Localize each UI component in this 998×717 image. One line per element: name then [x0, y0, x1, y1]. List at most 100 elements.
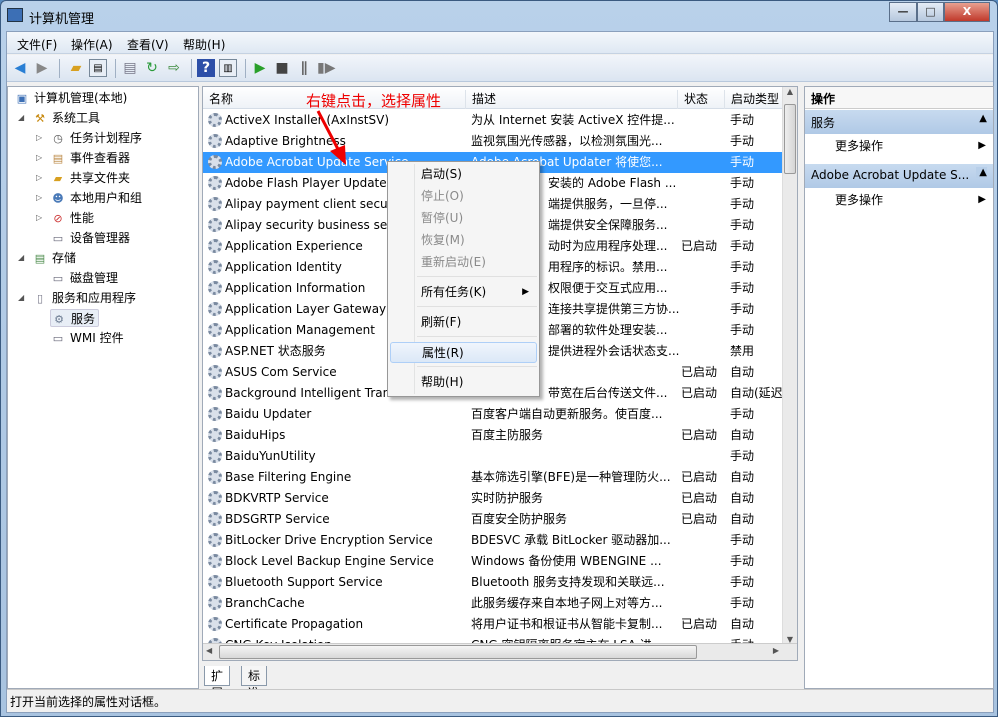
expanded-arrow-icon[interactable]: ◢	[18, 293, 24, 302]
gear-icon	[208, 407, 222, 421]
menu-separator	[417, 306, 537, 307]
disk-icon: ▭	[52, 271, 64, 285]
gear-icon	[208, 554, 222, 568]
help-icon[interactable]: ?	[197, 59, 215, 77]
gear-icon	[208, 617, 222, 631]
table-row[interactable]: Bluetooth Support Service Bluetooth 服务支持发…	[203, 572, 783, 593]
actions-section-services[interactable]: 服务 ▲	[805, 110, 993, 134]
refresh-icon[interactable]: ↻	[143, 59, 161, 77]
service-description: 百度客户端自动更新服务。使百度...	[471, 407, 663, 421]
service-startup-type: 自动(延迟	[730, 386, 783, 400]
gear-icon	[208, 176, 222, 190]
context-menu-item[interactable]: 帮助(H)	[390, 372, 537, 393]
tree-item[interactable]: ▤ 事件查看器	[50, 149, 130, 167]
tree-item[interactable]: ⊘ 性能	[50, 209, 94, 227]
scroll-right-icon[interactable]: ▶	[773, 646, 779, 655]
tree-item[interactable]: ▤ 存储	[32, 249, 76, 267]
menu-file[interactable]: 文件(F)	[17, 36, 57, 53]
tree-item[interactable]: ☻ 本地用户和组	[50, 189, 142, 207]
table-row[interactable]: Adaptive Brightness 监视氛围光传感器，以检测氛围光... 手动	[203, 131, 783, 152]
collapsed-arrow-icon[interactable]: ▷	[36, 213, 42, 222]
tree-item[interactable]: ▭ 磁盘管理	[50, 269, 118, 287]
service-name: BaiduYunUtility	[225, 449, 316, 463]
service-description: 端提供安全保障服务...	[548, 218, 668, 232]
close-button[interactable]: X	[944, 2, 990, 22]
table-row[interactable]: BaiduHips 百度主防服务 已启动 自动	[203, 425, 783, 446]
context-menu-item[interactable]: 刷新(F)	[390, 312, 537, 333]
table-row[interactable]: BitLocker Drive Encryption Service BDESVC…	[203, 530, 783, 551]
maximize-button[interactable]: □	[917, 2, 944, 22]
tree-item[interactable]: ▭ 设备管理器	[50, 229, 130, 247]
tab-standard[interactable]: 标准	[241, 666, 268, 700]
more-actions-selected-service[interactable]: 更多操作 ▶	[835, 190, 990, 210]
toolbar: ◀ ▶ ▰ ▤ ▤ ↻ ⇨ ? ▥ ▶ ■ ∥ ▮▶	[7, 55, 993, 82]
tree-item[interactable]: ⚙ 服务	[50, 309, 100, 327]
table-row[interactable]: ActiveX Installer (AxInstSV) 为从 Internet …	[203, 110, 783, 131]
table-row[interactable]: Certificate Propagation 将用户证书和根证书从智能卡复制..…	[203, 614, 783, 635]
collapsed-arrow-icon[interactable]: ▷	[36, 173, 42, 182]
tab-extended[interactable]: 扩展	[204, 666, 231, 700]
menu-action[interactable]: 操作(A)	[71, 36, 113, 53]
horizontal-scrollbar[interactable]: ◀ ▶	[203, 643, 797, 660]
tree-item[interactable]: ◷ 任务计划程序	[50, 129, 142, 147]
start-service-icon[interactable]: ▶	[251, 59, 269, 77]
expanded-arrow-icon[interactable]: ◢	[18, 253, 24, 262]
gear-icon	[208, 386, 222, 400]
tree-item[interactable]: ▯ 服务和应用程序	[32, 289, 136, 307]
show-action-pane-icon[interactable]: ▥	[219, 59, 237, 77]
collapse-icon[interactable]: ▲	[976, 167, 987, 178]
export-list-icon[interactable]: ⇨	[165, 59, 183, 77]
forward-icon[interactable]: ▶	[33, 59, 51, 77]
menu-separator	[417, 366, 537, 367]
actions-section-selected-service[interactable]: Adobe Acrobat Update S... ▲	[805, 164, 993, 188]
menu-help[interactable]: 帮助(H)	[183, 36, 225, 53]
minimize-button[interactable]: —	[889, 2, 917, 22]
scroll-up-icon[interactable]: ▲	[783, 87, 797, 96]
column-status[interactable]: 状态	[678, 90, 725, 109]
more-actions-services[interactable]: 更多操作 ▶	[835, 136, 990, 156]
list-header: 名称 描述 状态 启动类型	[203, 87, 785, 109]
collapsed-arrow-icon[interactable]: ▷	[36, 153, 42, 162]
title-bar[interactable]: 计算机管理 — □ X	[1, 1, 997, 31]
horizontal-scroll-thumb[interactable]	[219, 645, 697, 659]
collapsed-arrow-icon[interactable]: ▷	[36, 193, 42, 202]
restart-service-icon[interactable]: ▮▶	[317, 59, 335, 77]
computer-management-icon	[7, 8, 23, 22]
tools-icon: ⚒	[35, 111, 45, 125]
vertical-scrollbar[interactable]: ▲ ▼	[782, 87, 797, 645]
context-menu-item[interactable]: 所有任务(K) ▶	[390, 282, 537, 303]
collapsed-arrow-icon[interactable]: ▷	[36, 133, 42, 142]
wmi-icon: ▭	[52, 331, 64, 345]
service-name: BaiduHips	[225, 428, 286, 442]
table-row[interactable]: Block Level Backup Engine Service Windows…	[203, 551, 783, 572]
expanded-arrow-icon[interactable]: ◢	[18, 113, 24, 122]
table-row[interactable]: BDKVRTP Service 实时防护服务 已启动 自动	[203, 488, 783, 509]
tree-item-label: 服务	[71, 312, 96, 326]
table-row[interactable]: BranchCache 此服务缓存来自本地子网上对等方... 手动	[203, 593, 783, 614]
stop-service-icon[interactable]: ■	[273, 59, 291, 77]
properties-icon[interactable]: ▤	[121, 59, 139, 77]
service-description: Bluetooth 服务支持发现和关联远...	[471, 575, 665, 589]
collapse-icon[interactable]: ▲	[979, 113, 987, 124]
up-folder-icon[interactable]: ▰	[67, 59, 85, 77]
table-row[interactable]: Baidu Updater 百度客户端自动更新服务。使百度... 手动	[203, 404, 783, 425]
pause-service-icon[interactable]: ∥	[295, 59, 313, 77]
column-description[interactable]: 描述	[466, 90, 678, 109]
table-row[interactable]: Base Filtering Engine 基本筛选引擎(BFE)是一种管理防火.…	[203, 467, 783, 488]
table-row[interactable]: BDSGRTP Service 百度安全防护服务 已启动 自动	[203, 509, 783, 530]
tree-item[interactable]: ⚒ 系统工具	[32, 109, 100, 127]
menu-view[interactable]: 查看(V)	[127, 36, 169, 53]
context-menu-item[interactable]: 启动(S)	[390, 164, 537, 185]
tree-item[interactable]: ▰ 共享文件夹	[50, 169, 130, 187]
scroll-left-icon[interactable]: ◀	[206, 646, 212, 655]
show-hide-tree-icon[interactable]: ▤	[89, 59, 107, 77]
back-icon[interactable]: ◀	[11, 59, 29, 77]
tree-item[interactable]: ▭ WMI 控件	[50, 329, 124, 347]
context-menu-item[interactable]: 属性(R)	[390, 342, 537, 363]
column-startup-type[interactable]: 启动类型	[725, 90, 785, 109]
table-row[interactable]: BaiduYunUtility 手动	[203, 446, 783, 467]
menu-item-label: 恢复(M)	[421, 233, 465, 247]
tree-item[interactable]: ▣ 计算机管理(本地)	[14, 89, 128, 107]
service-description: 安装的 Adobe Flash ...	[548, 176, 677, 190]
vertical-scroll-thumb[interactable]	[784, 104, 796, 174]
